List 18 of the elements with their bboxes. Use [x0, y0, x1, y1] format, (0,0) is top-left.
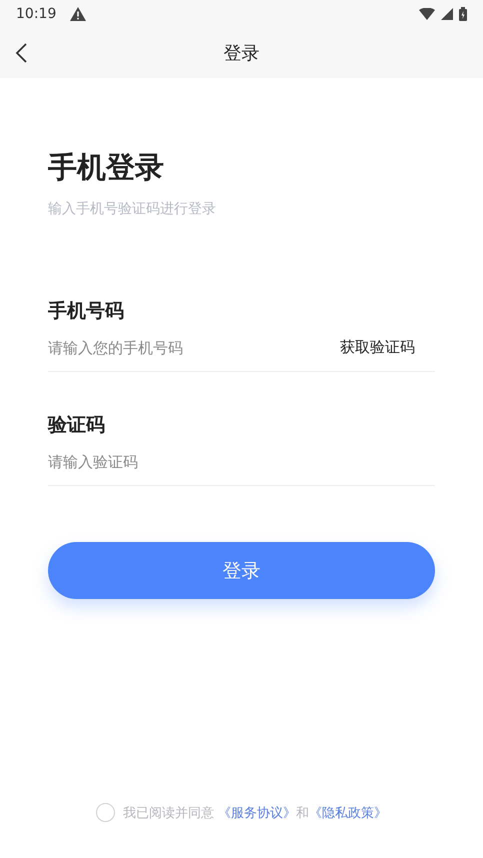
input-field[interactable]: 请输入您的手机号码	[48, 338, 340, 356]
privacy-policy-link[interactable]: 《隐私政策》	[309, 806, 388, 820]
wifi-icon	[419, 8, 435, 20]
input-field[interactable]: 请输入验证码	[48, 452, 435, 470]
signal-icon	[441, 8, 453, 20]
field-label: 验证码	[48, 413, 106, 438]
agree-checkbox[interactable]	[96, 803, 115, 822]
login-button[interactable]: 登录	[48, 542, 435, 599]
get-code-button[interactable]: 获取验证码	[340, 338, 435, 357]
login-subtitle: 输入手机号验证码进行登录	[48, 200, 217, 218]
login-heading: 手机登录	[48, 149, 165, 186]
service-agreement-link[interactable]: 《服务协议》	[218, 806, 296, 820]
battery-icon	[459, 7, 467, 21]
agreement-text: 我已阅读并同意 《服务协议》和《隐私政策》	[122, 804, 388, 822]
status-time: 10:19	[16, 6, 56, 22]
page-title: 登录	[224, 42, 260, 65]
field-label: 手机号码	[48, 299, 125, 324]
warning-icon	[70, 7, 86, 21]
